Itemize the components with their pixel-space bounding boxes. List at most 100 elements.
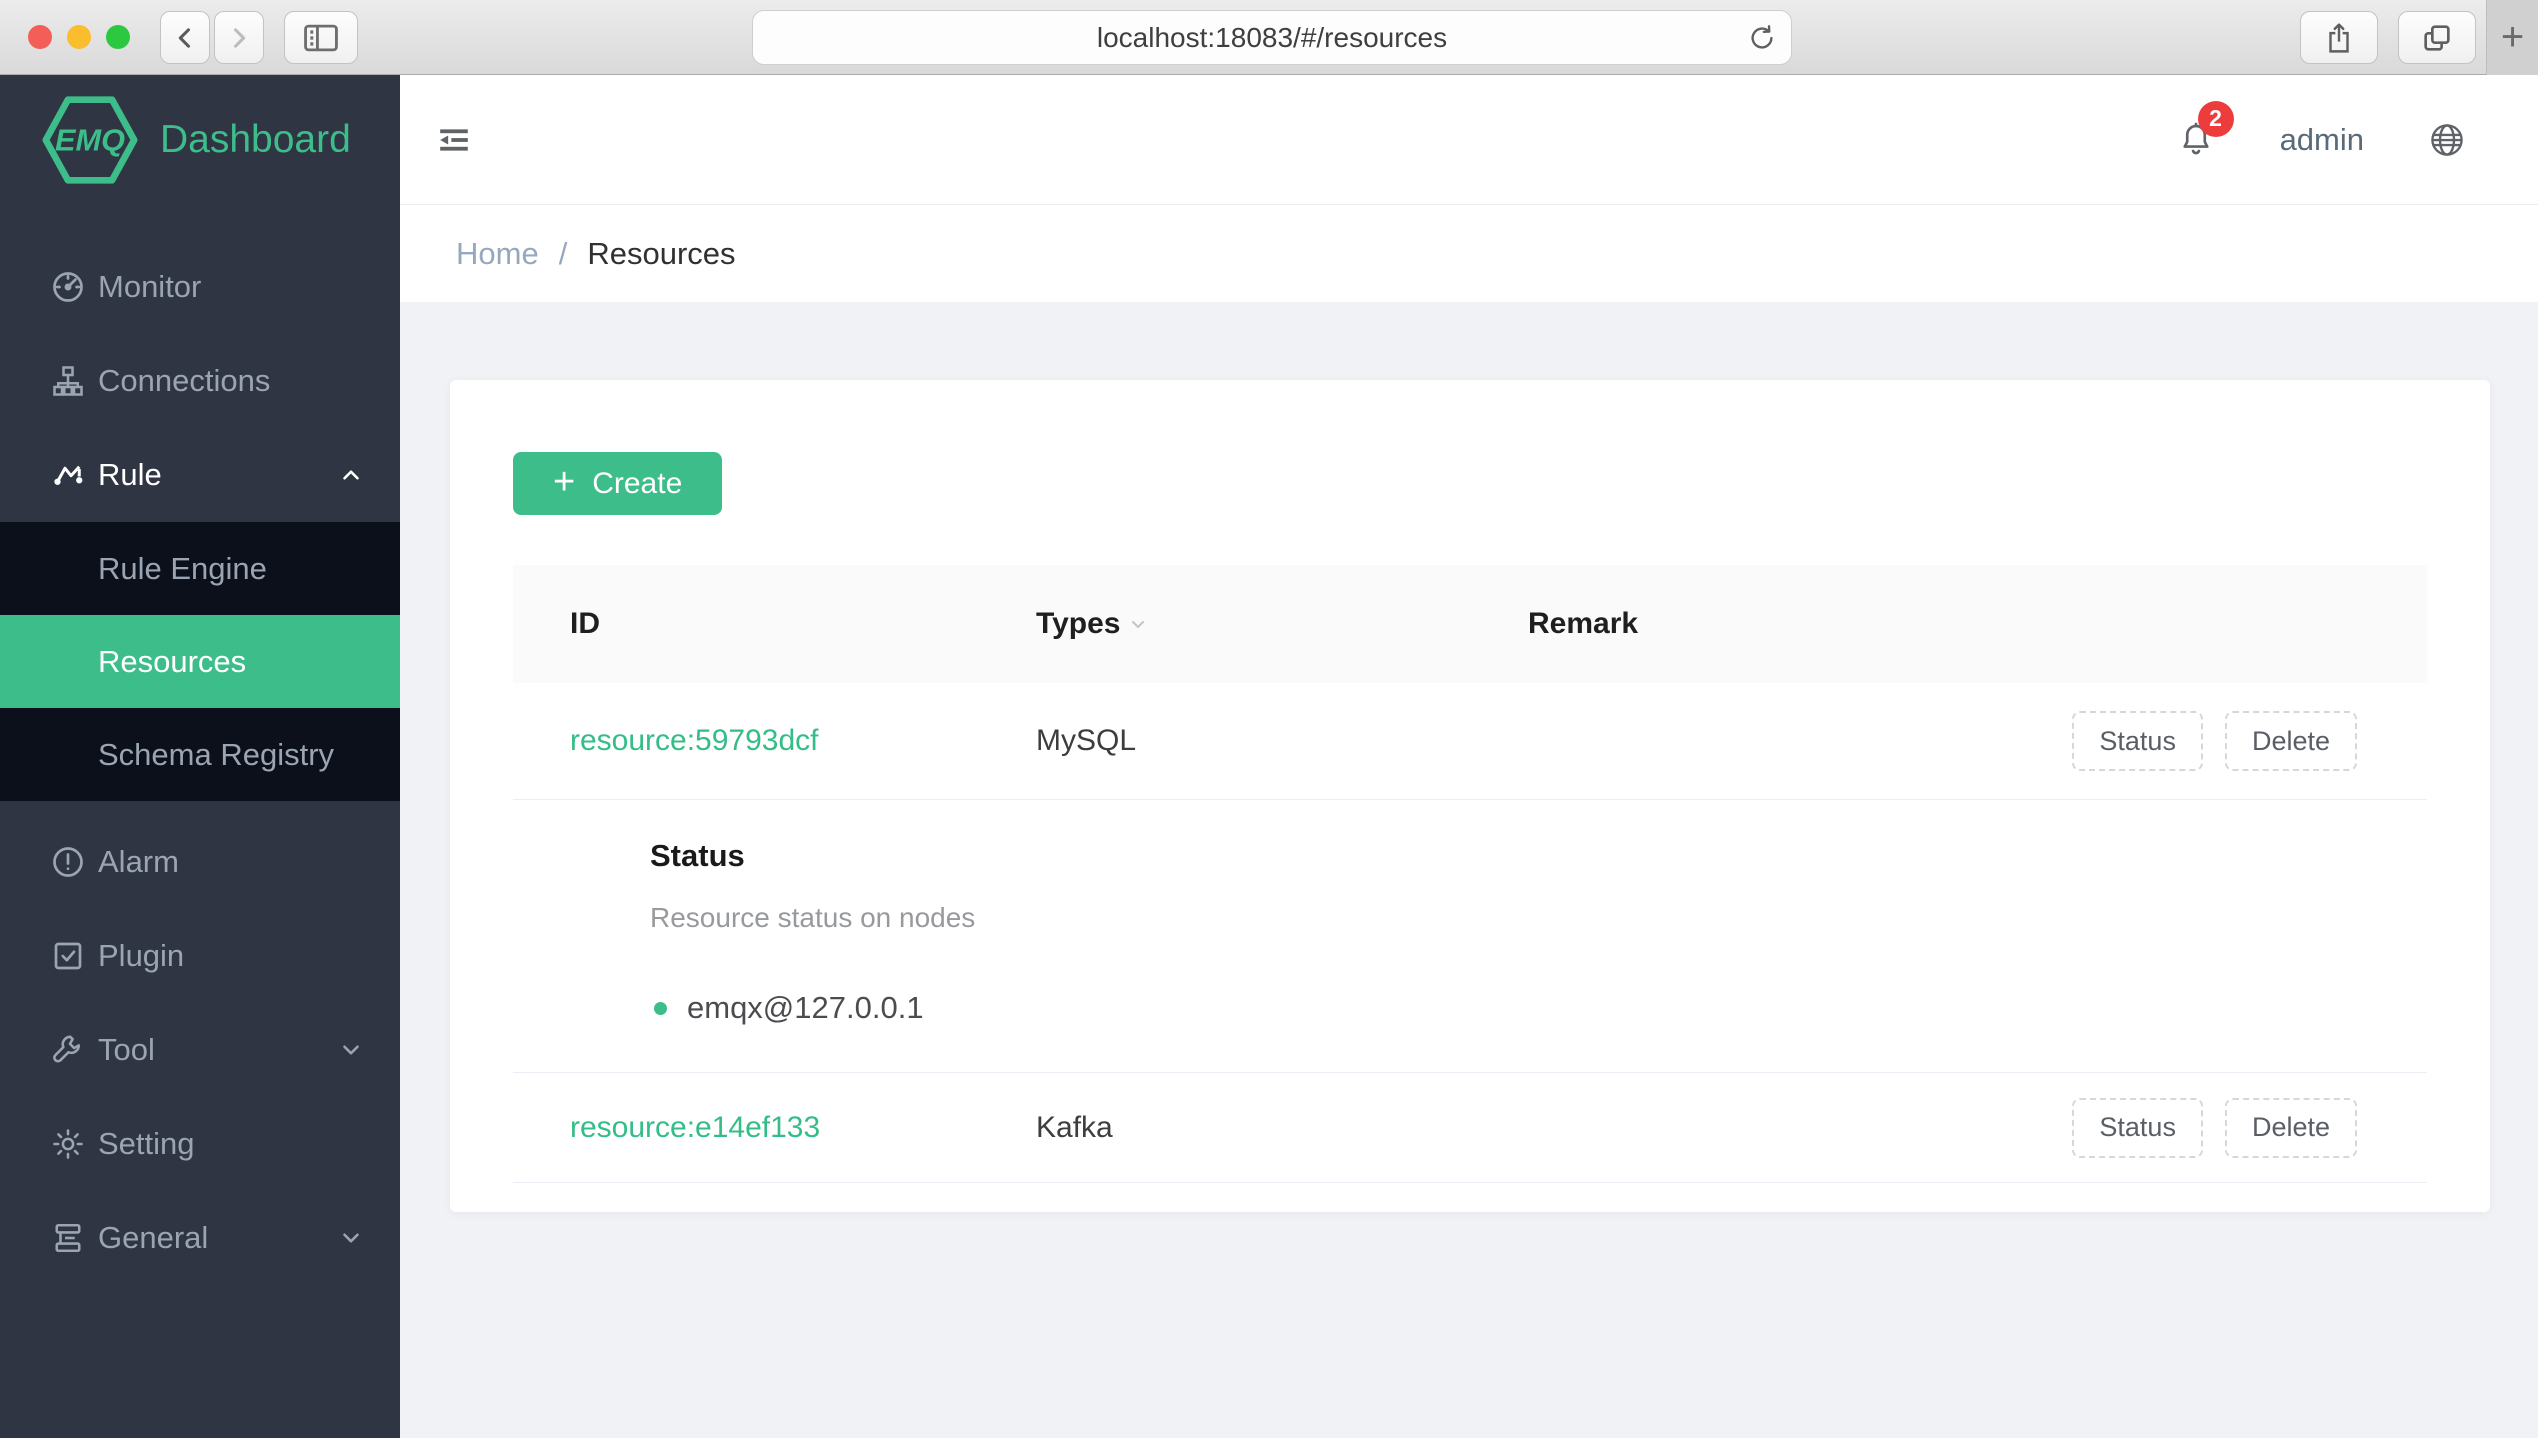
breadcrumb: Home / Resources xyxy=(400,205,2538,302)
sidebar-item-alarm[interactable]: Alarm xyxy=(0,815,400,909)
breadcrumb-separator: / xyxy=(558,235,568,271)
resource-type: MySQL xyxy=(1036,724,1137,757)
resource-id-link[interactable]: resource:e14ef133 xyxy=(570,1111,820,1144)
browser-back-button[interactable] xyxy=(160,11,210,64)
close-window-button[interactable] xyxy=(28,25,52,49)
chevron-down-icon xyxy=(343,1233,359,1243)
table-row: resource:59793dcf MySQL Status Delete xyxy=(513,683,2427,800)
content-area: + Create ID Types Remark resource:59793d… xyxy=(400,302,2538,1438)
sidebar-item-rule[interactable]: Rule xyxy=(0,428,400,522)
collapse-menu-icon xyxy=(440,128,468,151)
filter-caret-icon[interactable] xyxy=(1128,614,1148,634)
node-status-item: emqx@127.0.0.1 xyxy=(650,990,2427,1026)
gauge-icon xyxy=(53,272,83,302)
row-expanded-panel: Status Resource status on nodes emqx@127… xyxy=(513,800,2427,1073)
alert-circle-icon xyxy=(53,847,83,877)
sidebar-item-plugin[interactable]: Plugin xyxy=(0,909,400,1003)
status-button[interactable]: Status xyxy=(2072,1097,2203,1158)
sidebar-item-monitor[interactable]: Monitor xyxy=(0,240,400,334)
notification-badge: 2 xyxy=(2197,100,2234,137)
submenu-item-label: Rule Engine xyxy=(98,550,267,586)
chevron-down-icon xyxy=(343,1045,359,1055)
row-actions: Status Delete xyxy=(2072,711,2427,771)
sidebar-item-label: Tool xyxy=(98,1032,155,1067)
zoom-window-button[interactable] xyxy=(106,25,130,49)
sidebar-item-connections[interactable]: Connections xyxy=(0,334,400,428)
browser-chrome: localhost:18083/#/resources + xyxy=(0,0,2538,75)
checkbox-icon xyxy=(54,942,82,970)
sidebar-item-label: Plugin xyxy=(98,938,185,973)
sidebar-panel-icon xyxy=(304,24,338,51)
breadcrumb-home-link[interactable]: Home xyxy=(456,236,539,272)
resource-id-link[interactable]: resource:59793dcf xyxy=(570,724,819,757)
share-icon xyxy=(2329,22,2349,53)
sidebar-item-general[interactable]: General xyxy=(0,1191,400,1285)
rule-submenu: Rule Engine Resources Schema Registry xyxy=(0,522,400,801)
app-window: EMQ Dashboard Monitor Connections Rule R… xyxy=(0,75,2538,1438)
expanded-status-title: Status xyxy=(650,838,745,873)
expanded-status-description: Resource status on nodes xyxy=(650,902,976,933)
language-button[interactable] xyxy=(2428,121,2466,159)
row-actions: Status Delete xyxy=(2072,1097,2427,1158)
breadcrumb-current: Resources xyxy=(587,235,736,271)
gear-icon xyxy=(53,1129,83,1159)
create-button-label: Create xyxy=(592,466,683,500)
globe-icon xyxy=(2431,123,2463,156)
resources-table: ID Types Remark resource:59793dcf MySQL xyxy=(513,565,2427,1183)
plus-icon: + xyxy=(2500,15,2525,59)
table-header: ID Types Remark xyxy=(513,565,2427,683)
share-button[interactable] xyxy=(2300,11,2378,64)
delete-button[interactable]: Delete xyxy=(2224,1097,2357,1158)
chevron-left-icon xyxy=(178,27,191,48)
dashboard-title: Dashboard xyxy=(160,118,351,161)
topbar: 2 admin xyxy=(400,75,2538,205)
sitemap-icon xyxy=(53,366,83,396)
sidebar-item-label: Connections xyxy=(98,363,271,398)
browser-forward-button[interactable] xyxy=(214,11,264,64)
wrench-icon xyxy=(53,1035,81,1063)
sidebar-item-label: Rule xyxy=(98,457,162,492)
column-header-types: Types xyxy=(1036,607,1528,641)
create-resource-button[interactable]: + Create xyxy=(513,452,723,515)
submenu-item-schema-registry[interactable]: Schema Registry xyxy=(0,708,400,801)
topbar-right: 2 admin xyxy=(2178,100,2466,159)
new-tab-button[interactable]: + xyxy=(2486,0,2538,75)
sidebar-item-label: Monitor xyxy=(98,269,202,304)
node-status-dot-icon xyxy=(654,1001,667,1015)
sidebar-item-label: Setting xyxy=(98,1126,195,1161)
delete-button[interactable]: Delete xyxy=(2224,711,2357,771)
sidebar-item-label: General xyxy=(98,1220,209,1255)
tabs-overview-icon xyxy=(2424,24,2450,51)
status-button[interactable]: Status xyxy=(2072,711,2203,771)
resource-type: Kafka xyxy=(1036,1110,1113,1144)
chevron-right-icon xyxy=(233,27,246,48)
emq-logo[interactable]: EMQ Dashboard xyxy=(0,75,400,205)
resources-card: + Create ID Types Remark resource:59793d… xyxy=(450,380,2490,1212)
sidebar: EMQ Dashboard Monitor Connections Rule R… xyxy=(0,75,400,1438)
tab-overview-button[interactable] xyxy=(2398,11,2476,64)
table-row: resource:e14ef133 Kafka Status Delete xyxy=(513,1073,2427,1183)
url-text: localhost:18083/#/resources xyxy=(1096,21,1448,53)
user-menu[interactable]: admin xyxy=(2280,122,2364,158)
address-bar[interactable]: localhost:18083/#/resources xyxy=(752,10,1792,65)
notifications-button[interactable]: 2 xyxy=(2178,100,2234,159)
sidebar-menu: Monitor Connections Rule Rule Engine Res… xyxy=(0,205,400,1285)
minimize-window-button[interactable] xyxy=(67,25,91,49)
column-header-types-label: Types xyxy=(1036,607,1121,640)
window-controls xyxy=(28,25,130,49)
submenu-item-rule-engine[interactable]: Rule Engine xyxy=(0,522,400,615)
plus-icon: + xyxy=(553,461,576,503)
rule-nodes-icon xyxy=(54,465,83,485)
sidebar-collapse-button[interactable] xyxy=(437,124,471,156)
node-name: emqx@127.0.0.1 xyxy=(687,990,924,1025)
submenu-item-resources[interactable]: Resources xyxy=(0,615,400,708)
reload-button[interactable] xyxy=(1747,23,1777,53)
chevron-up-icon xyxy=(343,470,359,480)
layers-list-icon xyxy=(55,1223,81,1253)
emq-hexagon-icon: EMQ xyxy=(42,96,138,184)
submenu-item-label: Resources xyxy=(98,643,247,679)
sidebar-item-tool[interactable]: Tool xyxy=(0,1003,400,1097)
sidebar-item-setting[interactable]: Setting xyxy=(0,1097,400,1191)
browser-sidebar-toggle-button[interactable] xyxy=(284,11,358,64)
submenu-item-label: Schema Registry xyxy=(98,736,335,772)
